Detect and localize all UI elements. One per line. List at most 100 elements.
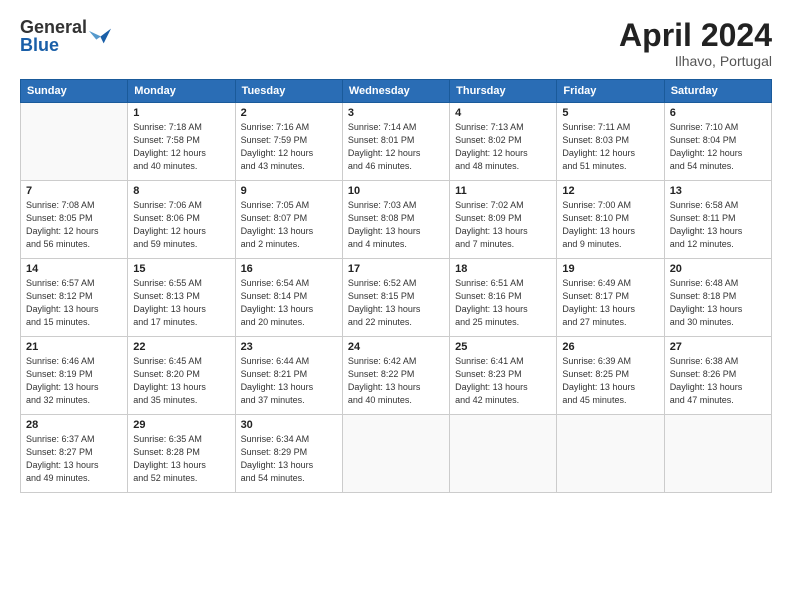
calendar-cell: 20Sunrise: 6:48 AMSunset: 8:18 PMDayligh…	[664, 259, 771, 337]
calendar-table: SundayMondayTuesdayWednesdayThursdayFrid…	[20, 79, 772, 493]
day-info: Sunrise: 6:51 AMSunset: 8:16 PMDaylight:…	[455, 277, 551, 329]
day-number: 6	[670, 107, 766, 119]
calendar-cell: 24 Sunrise: 6:42 AMSunset: 8:22 PMDayligh…	[342, 337, 449, 415]
day-number: 29	[133, 419, 229, 431]
location: Ilhavo, Portugal	[619, 53, 772, 69]
calendar-cell: 13 Sunrise: 6:58 AMSunset: 8:11 PMDayligh…	[664, 181, 771, 259]
calendar-cell: 5 Sunrise: 7:11 AMSunset: 8:03 PMDaylight…	[557, 103, 664, 181]
calendar-header-wednesday: Wednesday	[342, 80, 449, 103]
logo-blue: Blue	[20, 36, 87, 54]
day-info: Sunrise: 6:39 AMSunset: 8:25 PMDaylight:…	[562, 355, 658, 407]
calendar-cell: 18 Sunrise: 6:51 AMSunset: 8:16 PMDayligh…	[450, 259, 557, 337]
calendar-cell: 16Sunrise: 6:54 AMSunset: 8:14 PMDayligh…	[235, 259, 342, 337]
calendar-cell: 27 Sunrise: 6:38 AMSunset: 8:26 PMDayligh…	[664, 337, 771, 415]
logo-general: General	[20, 18, 87, 36]
calendar-cell: 2 Sunrise: 7:16 AMSunset: 7:59 PMDaylight…	[235, 103, 342, 181]
day-info: Sunrise: 7:05 AMSunset: 8:07 PMDaylight:…	[241, 199, 337, 251]
calendar-cell	[21, 103, 128, 181]
calendar-body: 1 Sunrise: 7:18 AMSunset: 7:58 PMDaylight…	[21, 103, 772, 493]
day-number: 11	[455, 185, 551, 197]
calendar-cell: 3Sunrise: 7:14 AMSunset: 8:01 PMDaylight…	[342, 103, 449, 181]
day-info: Sunrise: 6:42 AMSunset: 8:22 PMDaylight:…	[348, 355, 444, 407]
calendar-cell: 9Sunrise: 7:05 AMSunset: 8:07 PMDaylight…	[235, 181, 342, 259]
day-number: 4	[455, 107, 551, 119]
day-info: Sunrise: 6:49 AMSunset: 8:17 PMDaylight:…	[562, 277, 658, 329]
day-number: 1	[133, 107, 229, 119]
day-info: Sunrise: 6:55 AMSunset: 8:13 PMDaylight:…	[133, 277, 229, 329]
day-info: Sunrise: 7:06 AMSunset: 8:06 PMDaylight:…	[133, 199, 229, 251]
calendar-cell: 30Sunrise: 6:34 AMSunset: 8:29 PMDayligh…	[235, 415, 342, 493]
day-number: 25	[455, 341, 551, 353]
day-info: Sunrise: 6:48 AMSunset: 8:18 PMDaylight:…	[670, 277, 766, 329]
month-title: April 2024	[619, 18, 772, 53]
day-info: Sunrise: 7:08 AMSunset: 8:05 PMDaylight:…	[26, 199, 122, 251]
day-info: Sunrise: 7:18 AMSunset: 7:58 PMDaylight:…	[133, 121, 229, 173]
day-number: 14	[26, 263, 122, 275]
page: General Blue April 2024 Ilhavo, Portugal…	[0, 0, 792, 612]
day-number: 13	[670, 185, 766, 197]
calendar-cell: 12 Sunrise: 7:00 AMSunset: 8:10 PMDayligh…	[557, 181, 664, 259]
day-info: Sunrise: 6:52 AMSunset: 8:15 PMDaylight:…	[348, 277, 444, 329]
day-info: Sunrise: 6:41 AMSunset: 8:23 PMDaylight:…	[455, 355, 551, 407]
calendar-cell: 26Sunrise: 6:39 AMSunset: 8:25 PMDayligh…	[557, 337, 664, 415]
calendar-cell: 17 Sunrise: 6:52 AMSunset: 8:15 PMDayligh…	[342, 259, 449, 337]
day-number: 3	[348, 107, 444, 119]
calendar-header-tuesday: Tuesday	[235, 80, 342, 103]
calendar-header-row: SundayMondayTuesdayWednesdayThursdayFrid…	[21, 80, 772, 103]
calendar-cell	[450, 415, 557, 493]
calendar-cell: 4Sunrise: 7:13 AMSunset: 8:02 PMDaylight…	[450, 103, 557, 181]
title-block: April 2024 Ilhavo, Portugal	[619, 18, 772, 69]
day-info: Sunrise: 6:38 AMSunset: 8:26 PMDaylight:…	[670, 355, 766, 407]
day-number: 7	[26, 185, 122, 197]
calendar-header-saturday: Saturday	[664, 80, 771, 103]
calendar-cell	[664, 415, 771, 493]
day-info: Sunrise: 7:00 AMSunset: 8:10 PMDaylight:…	[562, 199, 658, 251]
day-info: Sunrise: 6:54 AMSunset: 8:14 PMDaylight:…	[241, 277, 337, 329]
day-number: 8	[133, 185, 229, 197]
day-number: 23	[241, 341, 337, 353]
day-info: Sunrise: 6:57 AMSunset: 8:12 PMDaylight:…	[26, 277, 122, 329]
day-number: 30	[241, 419, 337, 431]
day-number: 21	[26, 341, 122, 353]
day-number: 18	[455, 263, 551, 275]
calendar-week-3: 14 Sunrise: 6:57 AMSunset: 8:12 PMDayligh…	[21, 259, 772, 337]
calendar-cell: 19Sunrise: 6:49 AMSunset: 8:17 PMDayligh…	[557, 259, 664, 337]
calendar-header-thursday: Thursday	[450, 80, 557, 103]
calendar-cell: 11Sunrise: 7:02 AMSunset: 8:09 PMDayligh…	[450, 181, 557, 259]
calendar-week-1: 1 Sunrise: 7:18 AMSunset: 7:58 PMDaylight…	[21, 103, 772, 181]
day-number: 15	[133, 263, 229, 275]
day-number: 10	[348, 185, 444, 197]
day-info: Sunrise: 6:35 AMSunset: 8:28 PMDaylight:…	[133, 433, 229, 485]
calendar-cell	[342, 415, 449, 493]
calendar-header-sunday: Sunday	[21, 80, 128, 103]
calendar-cell: 21 Sunrise: 6:46 AMSunset: 8:19 PMDayligh…	[21, 337, 128, 415]
calendar-week-5: 28Sunrise: 6:37 AMSunset: 8:27 PMDayligh…	[21, 415, 772, 493]
header: General Blue April 2024 Ilhavo, Portugal	[20, 18, 772, 69]
day-info: Sunrise: 6:46 AMSunset: 8:19 PMDaylight:…	[26, 355, 122, 407]
day-info: Sunrise: 7:10 AMSunset: 8:04 PMDaylight:…	[670, 121, 766, 173]
calendar-week-2: 7 Sunrise: 7:08 AMSunset: 8:05 PMDaylight…	[21, 181, 772, 259]
calendar-cell: 22Sunrise: 6:45 AMSunset: 8:20 PMDayligh…	[128, 337, 235, 415]
day-number: 5	[562, 107, 658, 119]
calendar-header-monday: Monday	[128, 80, 235, 103]
calendar-cell: 15 Sunrise: 6:55 AMSunset: 8:13 PMDayligh…	[128, 259, 235, 337]
calendar-cell: 14 Sunrise: 6:57 AMSunset: 8:12 PMDayligh…	[21, 259, 128, 337]
day-info: Sunrise: 6:58 AMSunset: 8:11 PMDaylight:…	[670, 199, 766, 251]
day-number: 17	[348, 263, 444, 275]
day-info: Sunrise: 7:03 AMSunset: 8:08 PMDaylight:…	[348, 199, 444, 251]
logo-bird-icon	[89, 25, 111, 47]
calendar-cell: 8 Sunrise: 7:06 AMSunset: 8:06 PMDaylight…	[128, 181, 235, 259]
day-number: 27	[670, 341, 766, 353]
logo: General Blue	[20, 18, 111, 54]
day-number: 12	[562, 185, 658, 197]
day-info: Sunrise: 6:37 AMSunset: 8:27 PMDaylight:…	[26, 433, 122, 485]
calendar-week-4: 21 Sunrise: 6:46 AMSunset: 8:19 PMDayligh…	[21, 337, 772, 415]
day-info: Sunrise: 7:11 AMSunset: 8:03 PMDaylight:…	[562, 121, 658, 173]
calendar-cell: 28Sunrise: 6:37 AMSunset: 8:27 PMDayligh…	[21, 415, 128, 493]
day-info: Sunrise: 6:44 AMSunset: 8:21 PMDaylight:…	[241, 355, 337, 407]
calendar-cell: 10 Sunrise: 7:03 AMSunset: 8:08 PMDayligh…	[342, 181, 449, 259]
day-info: Sunrise: 7:16 AMSunset: 7:59 PMDaylight:…	[241, 121, 337, 173]
day-number: 2	[241, 107, 337, 119]
day-number: 24	[348, 341, 444, 353]
calendar-header-friday: Friday	[557, 80, 664, 103]
